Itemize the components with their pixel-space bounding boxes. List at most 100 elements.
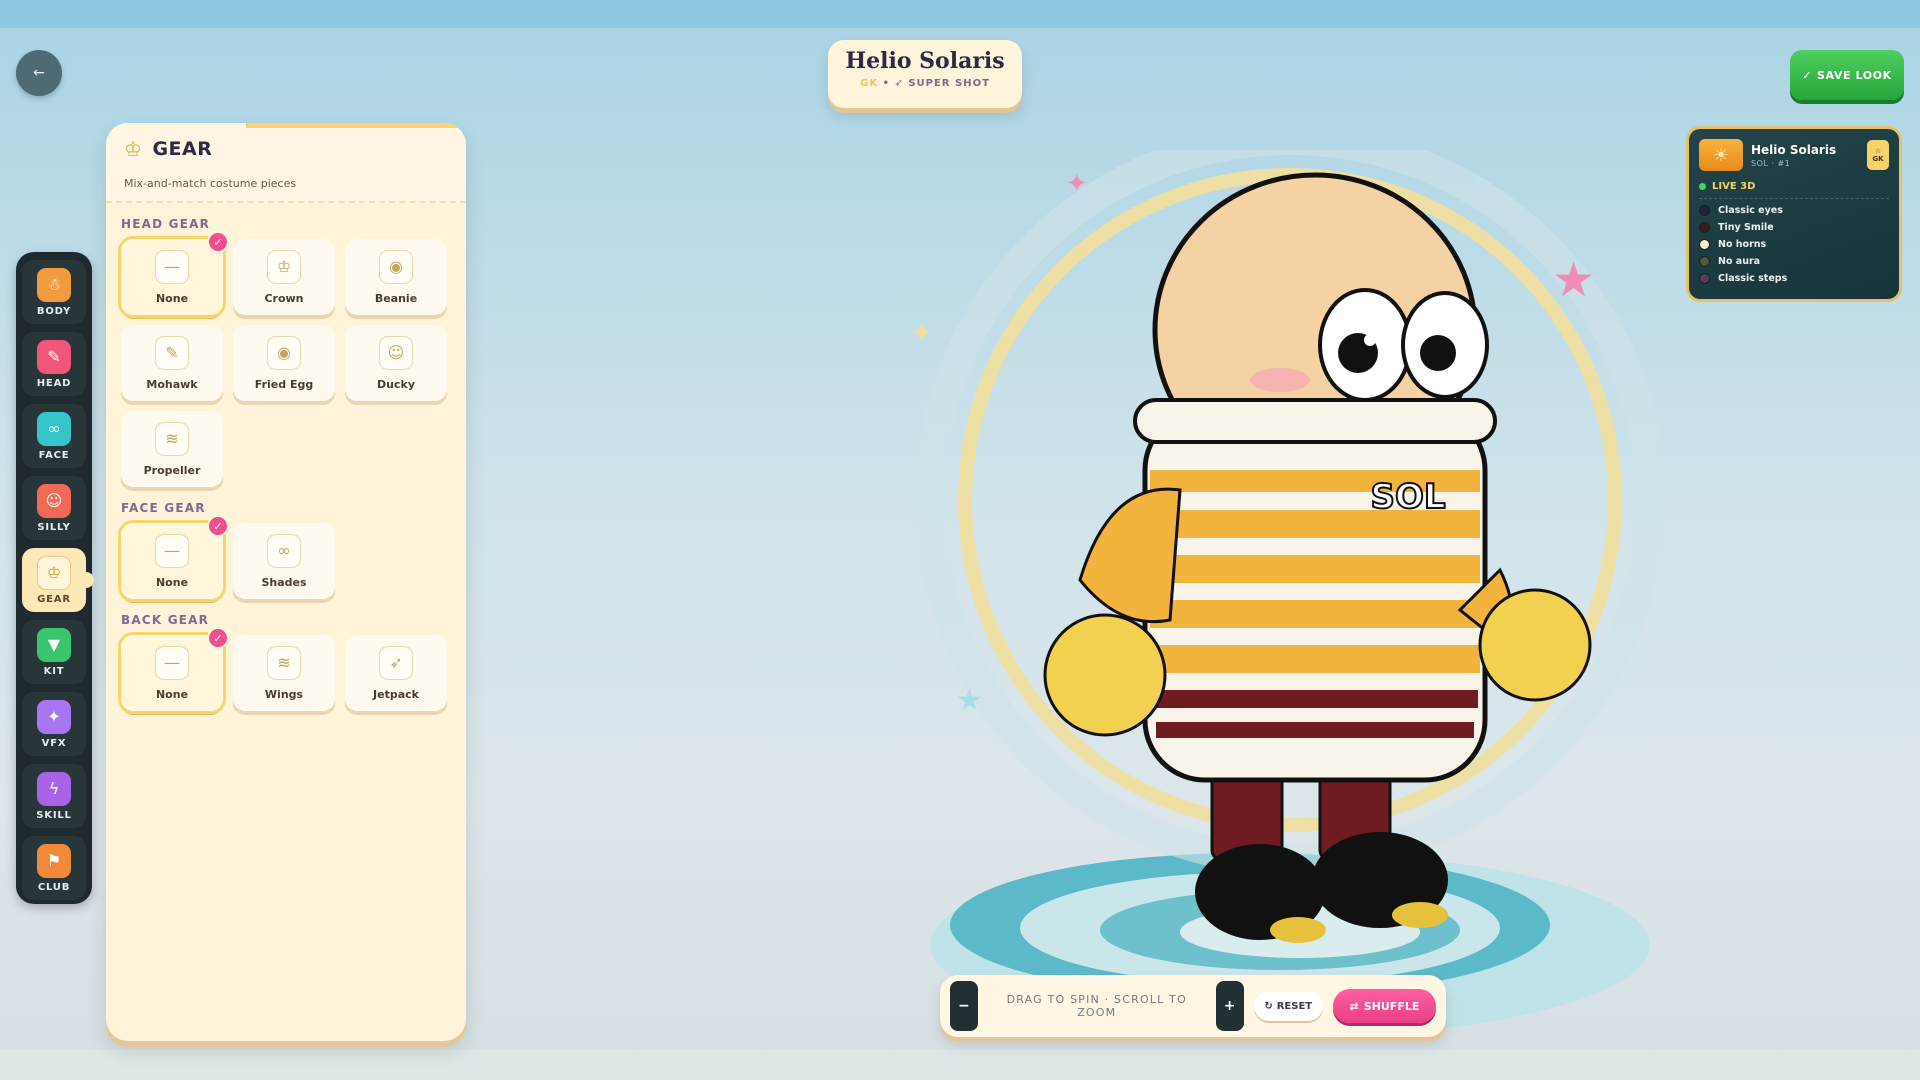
gear-tile-propeller[interactable]: ≋ Propeller — [121, 411, 223, 487]
bolt-icon: ϟ — [37, 771, 71, 806]
flag-icon: ⚑ — [37, 843, 71, 878]
star-icon: ★ — [956, 683, 983, 718]
body-icon: ☃ — [37, 267, 71, 302]
character-meta: GK • ➶ SUPER SHOT — [828, 78, 1022, 89]
character-hand-left — [1043, 613, 1167, 737]
jersey-stripe — [1150, 600, 1480, 628]
section-title-head-gear: HEAD GEAR — [121, 217, 211, 231]
panel-title: ♔ GEAR — [124, 137, 448, 161]
top-strip — [0, 0, 1920, 28]
arrow-left-icon: ← — [33, 65, 45, 81]
jersey-stripe-maroon — [1152, 690, 1478, 708]
control-hint: DRAG TO SPIN · SCROLL TO ZOOM — [1006, 993, 1187, 1019]
back-gear-grid: ✓ — None ≋ Wings ➶ Jetpack — [106, 627, 466, 711]
rail-item-kit[interactable]: ▼ KIT — [22, 620, 86, 684]
save-look-button[interactable]: ✓ SAVE LOOK — [1790, 50, 1904, 100]
gear-panel: ♔ GEAR Mix-and-match costume pieces HEAD… — [106, 123, 466, 1041]
panel-header: ♔ GEAR Mix-and-match costume pieces — [106, 123, 466, 203]
brush-icon: ✎ — [155, 335, 189, 370]
star-icon: ✦ — [1066, 169, 1088, 199]
rail-item-vfx[interactable]: ✦ VFX — [22, 692, 86, 756]
character-stage[interactable]: ✦ ★ ★ ✦ ★ SOL — [860, 150, 1720, 1050]
bottom-strip — [0, 1050, 1920, 1080]
star-icon: ★ — [1470, 170, 1486, 191]
category-rail: ☃ BODY ✎ HEAD ∞ FACE ☺ SILLY ♔ GEAR ▼ KI… — [16, 252, 94, 904]
jersey-collar — [1133, 398, 1497, 444]
zoom-in-button[interactable]: + — [1215, 981, 1244, 1031]
card-sub: SOL · #1 — [1751, 158, 1791, 168]
wind-icon: ≋ — [267, 645, 301, 680]
character-eye-shine — [1364, 334, 1376, 346]
gear-tile-back-none[interactable]: ✓ — None — [121, 627, 229, 711]
rail-item-silly[interactable]: ☺ SILLY — [22, 476, 86, 540]
gear-tile-crown[interactable]: ♔ Crown — [233, 239, 335, 315]
panel-accent — [246, 123, 466, 128]
character-name-badge: Helio Solaris GK • ➶ SUPER SHOT — [828, 40, 1022, 108]
gear-tile-fried-egg[interactable]: ◉ Fried Egg — [233, 325, 335, 401]
face-gear-grid: ✓ — None ∞ Shades — [106, 515, 466, 599]
card-identity: Helio Solaris SOL · #1 — [1751, 143, 1836, 168]
gear-tile-jetpack[interactable]: ➶ Jetpack — [345, 635, 447, 711]
trait-row: Tiny Smile — [1699, 222, 1889, 233]
rail-item-club[interactable]: ⚑ CLUB — [22, 836, 86, 900]
trait-row: No horns — [1699, 239, 1889, 250]
reset-label: RESET — [1276, 1000, 1313, 1012]
trait-label: Classic steps — [1718, 273, 1788, 284]
character-name: Helio Solaris — [845, 48, 1005, 74]
card-name: Helio Solaris — [1751, 142, 1837, 157]
rail-item-body[interactable]: ☃ BODY — [22, 260, 86, 324]
crown-icon: ♔ — [37, 555, 71, 590]
rail-label: SKILL — [36, 809, 72, 821]
rail-item-gear[interactable]: ♔ GEAR — [22, 548, 94, 612]
position-badge: ☆ GK — [1867, 140, 1889, 170]
rail-item-face[interactable]: ∞ FACE — [22, 404, 86, 468]
tile-label: Beanie — [374, 291, 418, 305]
smiley-icon: ☺ — [37, 483, 71, 518]
gear-tile-beanie[interactable]: ◉ Beanie — [345, 239, 447, 315]
tile-label: Mohawk — [146, 377, 198, 391]
tile-label: None — [155, 291, 189, 305]
character-pupil-right — [1420, 335, 1456, 371]
gear-tile-face-none[interactable]: ✓ — None — [121, 515, 229, 599]
section-title-back-gear: BACK GEAR — [121, 613, 210, 627]
character-shoe-toe — [1270, 917, 1326, 943]
shuffle-button[interactable]: ⇄ SHUFFLE — [1332, 989, 1436, 1023]
position-badge-label: GK — [1872, 155, 1884, 163]
rail-item-skill[interactable]: ϟ SKILL — [22, 764, 86, 828]
gear-tile-mohawk[interactable]: ✎ Mohawk — [121, 325, 223, 401]
sparkle-icon: ✦ — [37, 699, 71, 734]
rail-label: VFX — [41, 737, 67, 749]
character-hand-right — [1478, 588, 1592, 702]
rocket-icon: ➶ — [379, 645, 413, 680]
rocket-icon: ➶ — [894, 78, 904, 89]
panel-subtitle: Mix-and-match costume pieces — [124, 177, 297, 190]
star-icon: ✦ — [910, 316, 933, 349]
rail-item-head[interactable]: ✎ HEAD — [22, 332, 86, 396]
brush-icon: ✎ — [37, 339, 71, 374]
jersey-stripe-maroon — [1156, 722, 1474, 738]
shuffle-icon: ⇄ — [1349, 999, 1359, 1013]
tile-label: None — [155, 575, 189, 589]
gear-tile-wings[interactable]: ≋ Wings — [233, 635, 335, 711]
tile-label: None — [155, 687, 189, 701]
crown-icon: ♔ — [267, 249, 301, 284]
check-icon: ✓ — [207, 231, 229, 253]
gear-tile-ducky[interactable]: ☺ Ducky — [345, 325, 447, 401]
reset-button[interactable]: ↻ RESET — [1253, 991, 1323, 1021]
gear-tile-head-none[interactable]: ✓ — None — [121, 231, 229, 315]
gear-tile-shades[interactable]: ∞ Shades — [233, 523, 335, 599]
trait-label: Classic eyes — [1718, 205, 1783, 216]
jersey-text: SOL — [1370, 477, 1445, 517]
none-icon: — — [155, 645, 189, 680]
rail-label: KIT — [43, 665, 65, 677]
back-button[interactable]: ← — [16, 50, 62, 96]
trait-label: No aura — [1718, 256, 1761, 267]
zoom-out-button[interactable]: − — [950, 981, 978, 1031]
refresh-icon: ↻ — [1264, 1000, 1273, 1012]
panel-title-text: GEAR — [152, 138, 213, 160]
beanie-icon: ◉ — [379, 249, 413, 284]
view-controls: − DRAG TO SPIN · SCROLL TO ZOOM + ↻ RESE… — [940, 975, 1446, 1037]
jersey-stripe — [1150, 645, 1480, 673]
check-icon: ✓ — [207, 515, 229, 537]
card-header: ☀ Helio Solaris SOL · #1 ☆ GK — [1699, 139, 1889, 171]
